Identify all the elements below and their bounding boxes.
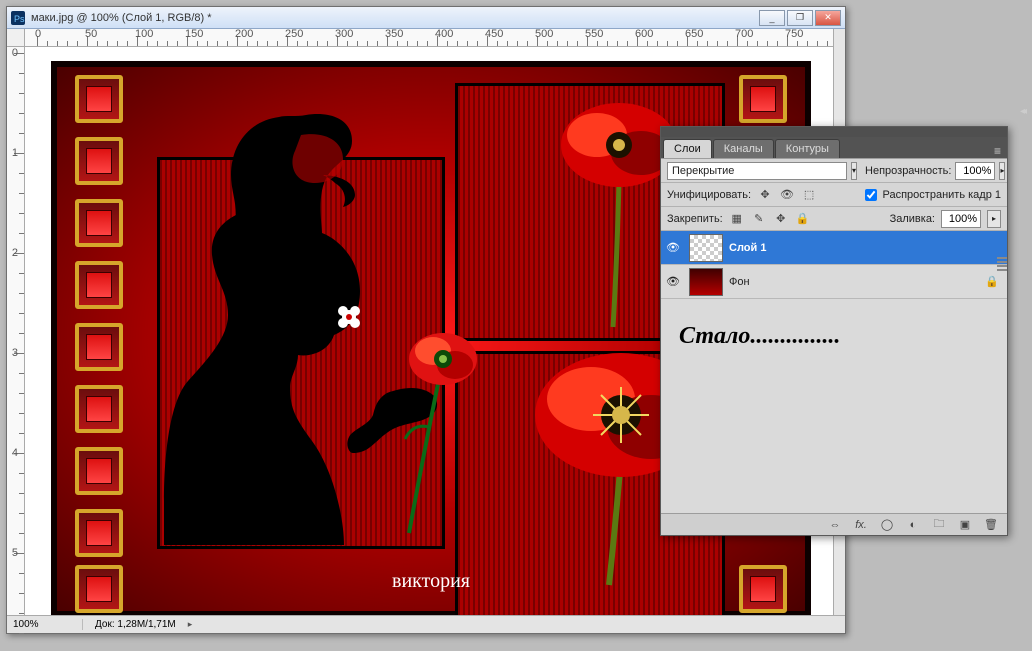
zoom-level[interactable]: 100% (13, 619, 83, 630)
window-title: маки.jpg @ 100% (Слой 1, RGB/8) * (31, 12, 759, 24)
opacity-label: Непрозрачность: (865, 165, 951, 177)
layer-row[interactable]: 👁 Фон 🔒 (661, 265, 1007, 299)
unify-row: Унифицировать: ✥ 👁 ⬚ Распространить кадр… (661, 183, 1007, 207)
fill-input[interactable] (941, 210, 981, 228)
maximize-button[interactable]: ❐ (787, 10, 813, 26)
ornament-square (739, 75, 787, 123)
unify-label: Унифицировать: (667, 189, 751, 201)
dropdown-icon[interactable]: ▾ (851, 162, 857, 180)
unify-visibility-icon[interactable]: 👁 (779, 187, 795, 203)
lock-icon: 🔒 (985, 275, 999, 288)
panel-menu-icon[interactable]: ≡ (988, 144, 1007, 158)
layer-fx-icon[interactable]: fx. (853, 517, 869, 533)
ornament-square (75, 565, 123, 613)
ornament-square (75, 137, 123, 185)
annotation-text: Стало............... (661, 299, 1007, 374)
doc-size: Док: 1,28M/1,71M (95, 619, 176, 630)
group-icon[interactable]: 🗀 (931, 517, 947, 533)
ornament-square (75, 385, 123, 433)
panel-tabs: Слои Каналы Контуры ≡ (661, 137, 1007, 159)
status-bar: 100% Док: 1,28M/1,71M ▸ (7, 615, 845, 633)
propagate-frame-checkbox[interactable] (865, 189, 877, 201)
tab-layers[interactable]: Слои (663, 139, 712, 158)
ornament-square (75, 199, 123, 247)
vertical-ruler[interactable]: 012345 (7, 47, 25, 615)
unify-style-icon[interactable]: ⬚ (801, 187, 817, 203)
layers-list: 👁 Слой 1 👁 Фон 🔒 Стало............... (661, 231, 1007, 513)
layer-thumbnail[interactable] (689, 234, 723, 262)
panel-footer: ⇔ fx. ◯ ◐ 🗀 ▣ 🗑 (661, 513, 1007, 535)
lock-transparency-icon[interactable]: ▦ (729, 211, 745, 227)
stepper-icon[interactable]: ▸ (999, 162, 1005, 180)
lock-all-icon[interactable]: 🔒 (795, 211, 811, 227)
titlebar[interactable]: Ps маки.jpg @ 100% (Слой 1, RGB/8) * _ ❐… (7, 7, 845, 29)
blend-mode-select[interactable]: Перекрытие (667, 162, 847, 180)
svg-text:Ps: Ps (14, 14, 25, 24)
ornament-square (739, 565, 787, 613)
ornament-square (75, 447, 123, 495)
window-controls: _ ❐ ✕ (759, 10, 841, 26)
lock-fill-row: Закрепить: ▦ ✎ ✥ 🔒 Заливка: ▸ (661, 207, 1007, 231)
panel-drag-handle[interactable] (661, 127, 1007, 137)
layer-name[interactable]: Слой 1 (729, 242, 766, 254)
ornament-square (75, 261, 123, 309)
app-icon: Ps (11, 11, 25, 25)
layer-row[interactable]: 👁 Слой 1 (661, 231, 1007, 265)
ornament-square (75, 75, 123, 123)
collapse-panel-icon[interactable]: ◂◂ (1020, 106, 1024, 117)
delete-layer-icon[interactable]: 🗑 (983, 517, 999, 533)
stepper-icon[interactable]: ▸ (987, 210, 1001, 228)
layers-panel[interactable]: Слои Каналы Контуры ≡ Перекрытие ▾ Непро… (660, 126, 1008, 536)
artwork-signature: виктория (392, 570, 470, 593)
tab-paths[interactable]: Контуры (775, 139, 840, 158)
blend-mode-value: Перекрытие (672, 165, 734, 177)
layer-mask-icon[interactable]: ◯ (879, 517, 895, 533)
opacity-input[interactable] (955, 162, 995, 180)
panel-grip-icon[interactable] (997, 257, 1007, 273)
tri-icon[interactable]: ▸ (188, 619, 193, 630)
fill-label: Заливка: (890, 213, 935, 225)
held-poppy (383, 317, 503, 537)
ornament-square (75, 509, 123, 557)
ruler-origin[interactable] (7, 29, 25, 47)
unify-position-icon[interactable]: ✥ (757, 187, 773, 203)
visibility-toggle[interactable]: 👁 (663, 241, 683, 254)
horizontal-ruler[interactable]: 0501001502002503003504004505005506006507… (25, 29, 845, 47)
minimize-button[interactable]: _ (759, 10, 785, 26)
tab-channels[interactable]: Каналы (713, 139, 774, 158)
new-layer-icon[interactable]: ▣ (957, 517, 973, 533)
blend-opacity-row: Перекрытие ▾ Непрозрачность: ▸ (661, 159, 1007, 183)
visibility-toggle[interactable]: 👁 (663, 275, 683, 288)
propagate-frame-label: Распространить кадр 1 (883, 189, 1001, 201)
layer-thumbnail[interactable] (689, 268, 723, 296)
close-button[interactable]: ✕ (815, 10, 841, 26)
link-layers-icon[interactable]: ⇔ (827, 517, 843, 533)
lock-position-icon[interactable]: ✥ (773, 211, 789, 227)
adjustment-layer-icon[interactable]: ◐ (905, 517, 921, 533)
lock-pixels-icon[interactable]: ✎ (751, 211, 767, 227)
ornament-square (75, 323, 123, 371)
lock-label: Закрепить: (667, 213, 723, 225)
layer-name[interactable]: Фон (729, 276, 750, 288)
